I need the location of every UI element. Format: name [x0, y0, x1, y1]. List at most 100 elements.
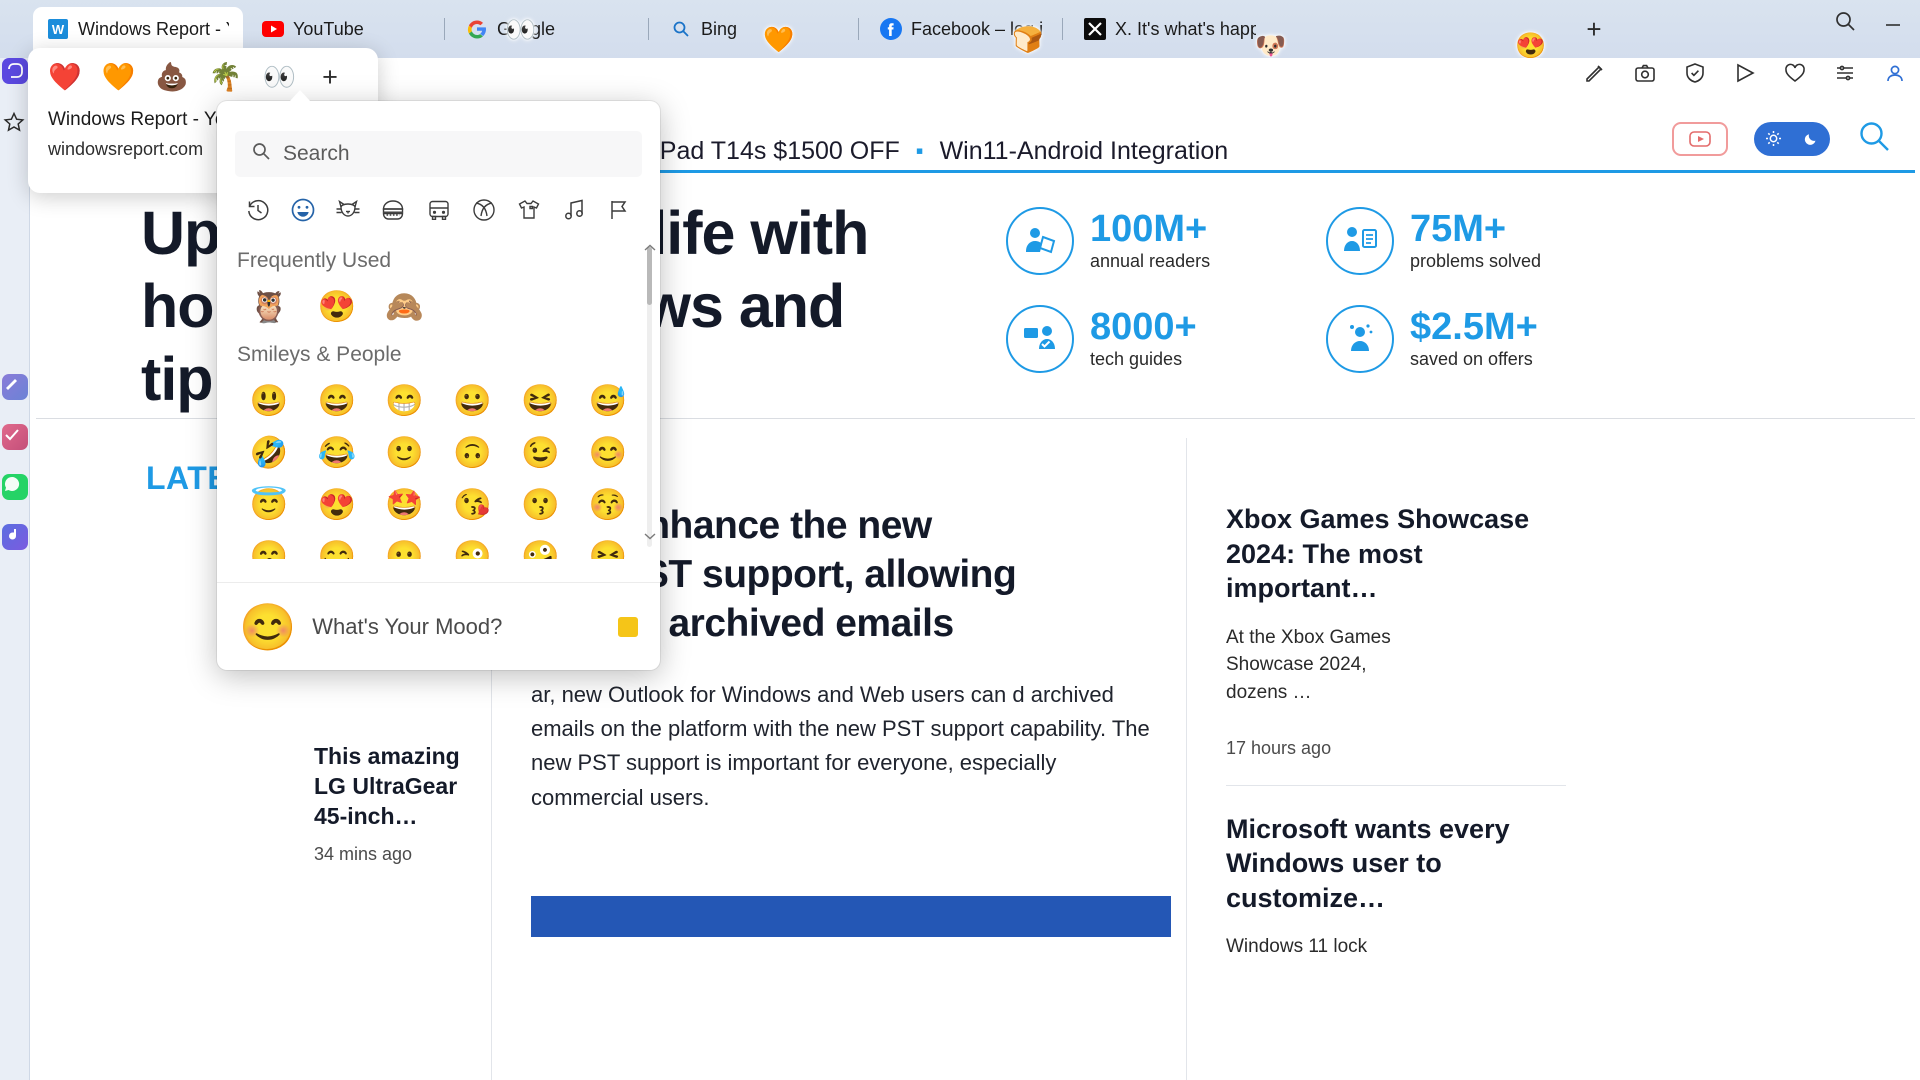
copilot-icon[interactable]	[2, 58, 28, 84]
emoji-item[interactable]: 😘	[439, 481, 507, 529]
emoji-item[interactable]: 😙	[235, 533, 303, 559]
youtube-channel-button[interactable]	[1672, 121, 1728, 156]
emoji-search-input[interactable]: Search	[235, 131, 642, 177]
emoji-item[interactable]: 😆	[506, 377, 574, 425]
article-title: Microsoft wants every Windows user to cu…	[1226, 813, 1510, 913]
emoji-category-tabs	[217, 177, 660, 241]
ticker-item-2[interactable]: Win11-Android Integration	[940, 137, 1229, 166]
minimize-button[interactable]	[1880, 8, 1906, 34]
flag-icon[interactable]	[602, 193, 636, 227]
profile-icon[interactable]	[1882, 60, 1908, 86]
emoji-item[interactable]: 😛	[371, 533, 439, 559]
ball-icon[interactable]	[467, 193, 501, 227]
tab-emoji-dog[interactable]: 🐶	[1255, 34, 1286, 59]
shield-icon[interactable]	[1682, 60, 1708, 86]
color-swatch[interactable]	[618, 616, 638, 637]
emoji-item[interactable]: 😗	[506, 481, 574, 529]
stat-item: 8000+ tech guides	[1006, 305, 1286, 373]
theme-toggle[interactable]	[1754, 121, 1830, 156]
emoji-scrollbar-thumb[interactable]	[647, 247, 652, 305]
smiley-icon[interactable]	[286, 193, 320, 227]
reaction-palm-tree[interactable]: 🌴	[209, 64, 243, 91]
music-icon[interactable]	[557, 193, 591, 227]
emoji-item[interactable]: 😀	[439, 377, 507, 425]
emoji-item[interactable]: 😝	[574, 533, 642, 559]
bus-icon[interactable]	[422, 193, 456, 227]
performance-icon[interactable]	[2, 424, 28, 450]
tab-title: YouTube	[293, 18, 364, 39]
chevron-up-icon[interactable]	[644, 241, 656, 255]
emoji-item[interactable]: 😅	[574, 377, 642, 425]
mood-prompt-label: What's Your Mood?	[312, 613, 503, 639]
emoji-item[interactable]: 😉	[506, 429, 574, 477]
emoji-item[interactable]: 😊	[574, 429, 642, 477]
stat-number: 8000+	[1090, 305, 1197, 348]
stats-grid: 100M+ annual readers 75M+ problems solve…	[1006, 207, 1606, 373]
tab-emoji-heart-eyes[interactable]: 😍	[1515, 34, 1546, 59]
list-item[interactable]: Xbox Games Showcase 2024: The most impor…	[1226, 502, 1566, 759]
guides-icon	[1006, 305, 1074, 373]
tab-emoji-bread[interactable]: 🍞	[1012, 28, 1043, 53]
cat-icon[interactable]	[331, 193, 365, 227]
chrome-search-icon[interactable]	[1832, 8, 1858, 34]
stat-label: annual readers	[1090, 251, 1211, 272]
emoji-item[interactable]: 😋	[303, 533, 371, 559]
site-search-icon[interactable]	[1856, 118, 1892, 159]
tab-emoji-orange[interactable]: 🧡	[763, 28, 794, 53]
emoji-item[interactable]: 😇	[235, 481, 303, 529]
emoji-item[interactable]: 🙂	[371, 429, 439, 477]
reaction-poop[interactable]: 💩	[155, 64, 189, 91]
reaction-heart[interactable]: ❤️	[48, 64, 82, 91]
new-tab-button[interactable]: +	[1578, 13, 1610, 45]
emoji-item[interactable]: 😜	[439, 533, 507, 559]
browser-tab-0[interactable]: W Windows Report - Your go	[33, 7, 243, 51]
screenshot-icon[interactable]	[1632, 60, 1658, 86]
stat-number: 100M+	[1090, 207, 1208, 250]
browser-tab-5[interactable]: X. It's what's happening	[1070, 7, 1270, 51]
mood-emoji[interactable]: 😊	[239, 604, 296, 650]
favorites-star-icon[interactable]	[2, 110, 28, 136]
article-title: This amazing LG UltraGear 45-inch…	[314, 743, 460, 829]
recent-icon[interactable]	[241, 193, 275, 227]
browser-tab-3[interactable]: Bing	[656, 7, 776, 51]
emoji-scroll-area[interactable]: Frequently Used 🦉 😍 🙈 Smileys & People 😃…	[217, 241, 660, 559]
article-meta: 17 hours ago	[1226, 737, 1332, 758]
burger-icon[interactable]	[376, 193, 410, 227]
list-item[interactable]: This amazing LG UltraGear 45-inch… 34 mi…	[146, 742, 476, 865]
emoji-item[interactable]: 😁	[371, 377, 439, 425]
favorites-icon[interactable]	[1782, 60, 1808, 86]
emoji-heart-eyes[interactable]: 😍	[303, 283, 371, 331]
stat-item: $2.5M+ saved on offers	[1326, 305, 1606, 373]
youtube-icon	[262, 18, 284, 40]
whatsapp-icon[interactable]	[2, 474, 28, 500]
emoji-see-no-evil[interactable]: 🙈	[371, 283, 439, 331]
edit-icon[interactable]	[1582, 60, 1608, 86]
collections-icon[interactable]	[1832, 60, 1858, 86]
emoji-item[interactable]: 😍	[303, 481, 371, 529]
stat-label: tech guides	[1090, 349, 1183, 370]
emoji-item[interactable]: 😂	[303, 429, 371, 477]
chevron-down-icon[interactable]	[644, 527, 656, 543]
play-icon[interactable]	[1732, 60, 1758, 86]
emoji-item[interactable]: 🤣	[235, 429, 303, 477]
article-body: ar, new Outlook for Windows and Web user…	[531, 682, 1150, 810]
tab-separator	[858, 18, 859, 40]
tools-icon[interactable]	[2, 374, 28, 400]
list-item[interactable]: Microsoft wants every Windows user to cu…	[1226, 812, 1566, 1034]
games-icon[interactable]	[2, 524, 28, 550]
toolbar-actions	[1582, 60, 1908, 86]
emoji-item[interactable]: 😄	[303, 377, 371, 425]
emoji-item[interactable]: 🤪	[506, 533, 574, 559]
shirt-icon[interactable]	[512, 193, 546, 227]
emoji-item[interactable]: 🙃	[439, 429, 507, 477]
emoji-item[interactable]: 🤩	[371, 481, 439, 529]
emoji-item[interactable]: 😚	[574, 481, 642, 529]
add-reaction-button[interactable]: +	[322, 62, 338, 93]
browser-tab-1[interactable]: YouTube	[248, 7, 388, 51]
tab-emoji-eyes[interactable]: 👀	[505, 18, 536, 43]
emoji-item[interactable]: 😃	[235, 377, 303, 425]
reaction-eyes[interactable]: 👀	[263, 64, 297, 91]
emoji-owl[interactable]: 🦉	[235, 283, 303, 331]
stat-label: saved on offers	[1410, 349, 1533, 370]
reaction-orange-heart[interactable]: 🧡	[102, 64, 136, 91]
